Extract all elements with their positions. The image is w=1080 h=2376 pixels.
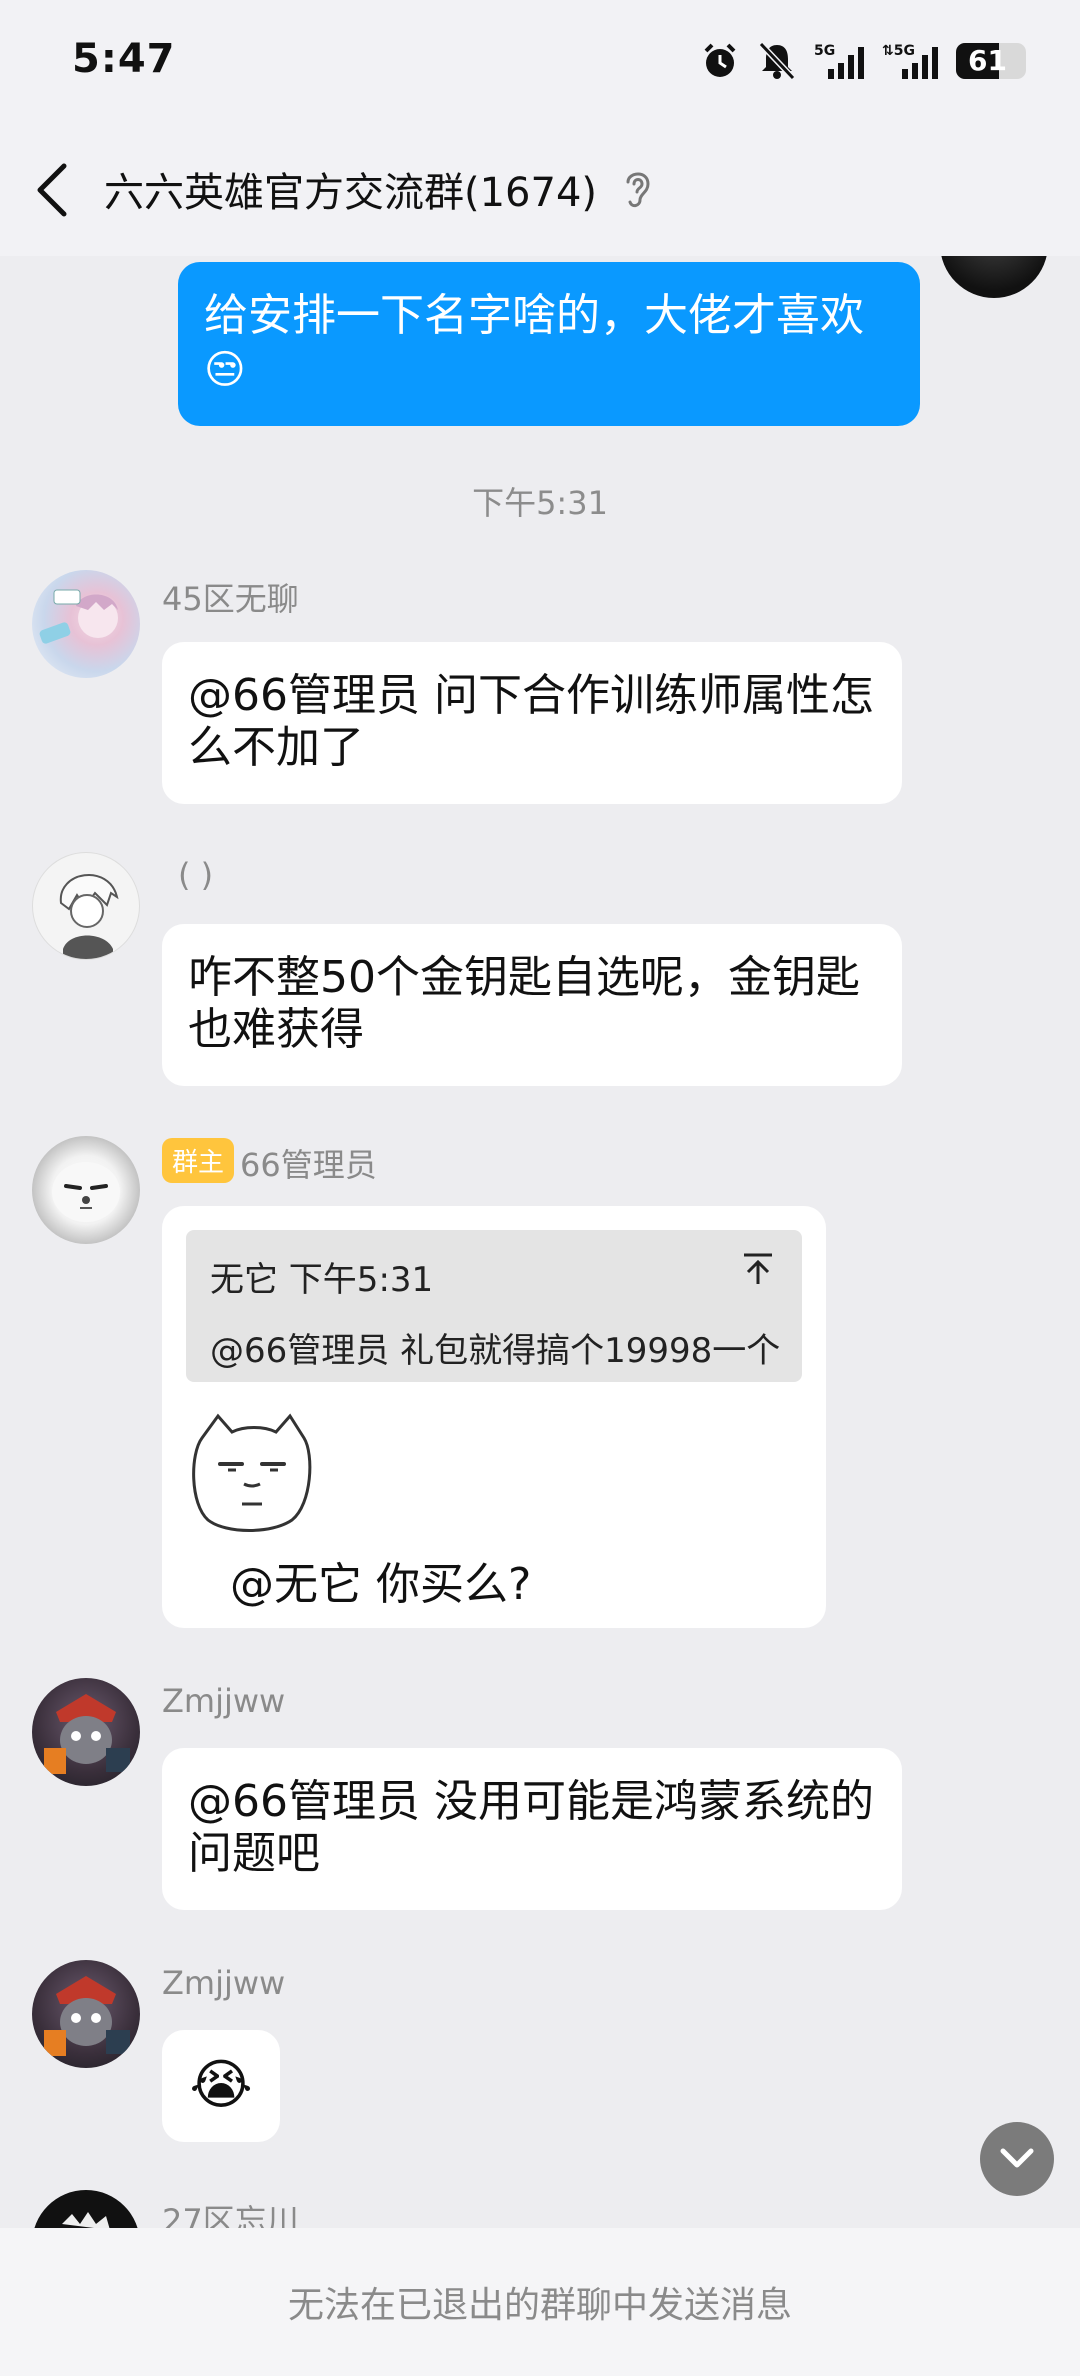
- svg-text:⇅5G: ⇅5G: [882, 43, 915, 59]
- alarm-icon: [704, 43, 736, 77]
- crying-emoji: 😭: [189, 2053, 253, 2116]
- timestamp: 下午5:31: [472, 484, 608, 522]
- sender-name: Zmjjww: [162, 1682, 286, 1720]
- chevron-down-icon: [1000, 2148, 1034, 2168]
- battery-level: 61: [968, 44, 1007, 77]
- status-icons: 5G ⇅5G 61: [700, 38, 1026, 84]
- avatar[interactable]: [32, 1678, 140, 1786]
- owner-badge: 群主: [162, 1138, 235, 1183]
- quote-text: @66管理员 礼包就得搞个19998一个: [210, 1331, 781, 1371]
- back-icon: [37, 163, 67, 217]
- emoji: 😒: [204, 347, 246, 393]
- sticker-image[interactable]: [184, 1408, 320, 1538]
- message-bubble[interactable]: @66管理员 问下合作训练师属性怎么不加了: [162, 642, 902, 804]
- message-bubble[interactable]: 咋不整50个金钥匙自选呢，金钥匙也难获得: [162, 924, 902, 1086]
- ear-icon[interactable]: [622, 166, 654, 214]
- battery-icon: 61: [956, 43, 1026, 79]
- scroll-to-bottom-button[interactable]: [980, 2122, 1054, 2196]
- avatar[interactable]: [32, 1136, 140, 1244]
- status-time: 5:47: [72, 36, 176, 82]
- avatar[interactable]: [32, 570, 140, 678]
- back-button[interactable]: [34, 150, 84, 230]
- input-disabled-notice: 无法在已退出的群聊中发送消息: [0, 2228, 1080, 2376]
- sender-name: 66管理员: [240, 1146, 377, 1184]
- sender-name: Zmjjww: [162, 1964, 286, 2002]
- chat-title[interactable]: 六六英雄官方交流群(1674): [104, 160, 597, 218]
- quoted-message[interactable]: 无它 下午5:31 @66管理员 礼包就得搞个19998一个: [186, 1230, 802, 1382]
- svg-text:5G: 5G: [814, 43, 835, 59]
- avatar[interactable]: [32, 1960, 140, 2068]
- message-text: 给安排一下名字啥的，大佬才喜欢: [204, 290, 864, 341]
- sender-name: 45区无聊: [162, 580, 299, 618]
- message-bubble[interactable]: @66管理员 没用可能是鸿蒙系统的问题吧: [162, 1748, 902, 1910]
- avatar[interactable]: [32, 852, 140, 960]
- jump-to-top-icon[interactable]: [742, 1252, 774, 1286]
- message-bubble[interactable]: 😭: [162, 2030, 280, 2142]
- signal-5g-icon: ⇅5G: [882, 43, 938, 79]
- sender-name: ( ): [178, 856, 214, 894]
- signal-5g-icon: 5G: [814, 43, 864, 79]
- mute-icon: [758, 41, 796, 81]
- reply-text: @无它 你买么?: [230, 1559, 532, 1610]
- own-message-bubble[interactable]: 给安排一下名字啥的，大佬才喜欢 😒: [178, 262, 920, 426]
- quote-author: 无它 下午5:31: [210, 1260, 434, 1300]
